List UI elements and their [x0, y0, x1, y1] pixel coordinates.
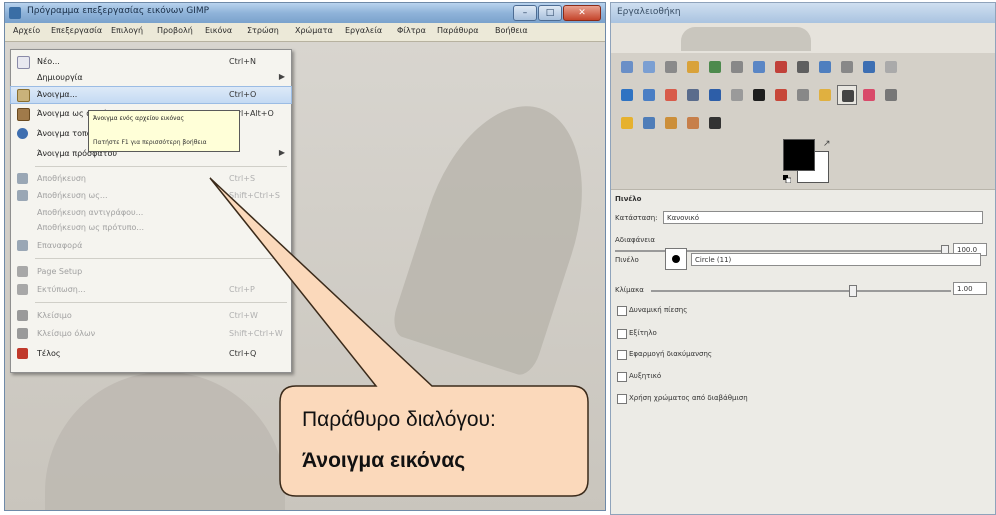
mode-value: Κανονικό [667, 214, 700, 222]
fuzzy-select-icon[interactable] [683, 57, 703, 77]
tool-options-panel: Πινέλο Κατάσταση: Κανονικό Αδιαφάνεια 10… [611, 189, 995, 514]
measure-icon-glyph [841, 61, 853, 73]
zoom-icon[interactable] [815, 57, 835, 77]
clone-icon-glyph [643, 117, 655, 129]
paths-icon-glyph [775, 61, 787, 73]
paintbrush-icon[interactable] [837, 85, 857, 105]
align-icon-glyph [885, 61, 897, 73]
checkbox-label: Δυναμική πίεσης [629, 306, 688, 314]
ellipse-select-icon[interactable] [639, 57, 659, 77]
color-picker-icon[interactable] [793, 57, 813, 77]
bucket-fill-icon-glyph [775, 89, 787, 101]
clone-icon[interactable] [639, 113, 659, 133]
move-icon-glyph [863, 61, 875, 73]
toolbox-window: Εργαλειοθήκη ↗ Πινέλο Κατάσταση: Κανονικ… [610, 2, 996, 515]
scale-label: Κλίμακα [615, 286, 644, 294]
mode-label: Κατάσταση: [615, 214, 658, 222]
default-colors-icon[interactable] [783, 175, 791, 183]
scale-icon[interactable] [661, 85, 681, 105]
use-gradient-color-checkbox[interactable] [617, 394, 627, 404]
lasso-icon[interactable] [661, 57, 681, 77]
checkbox-label: Χρήση χρώματος από διαβάθμιση [629, 394, 748, 402]
brush-name: Circle (11) [695, 256, 732, 264]
blend-icon[interactable] [793, 85, 813, 105]
fade-out-checkbox[interactable] [617, 329, 627, 339]
scale-slider[interactable] [651, 290, 951, 292]
brush-preview[interactable] [665, 248, 687, 270]
wilber-banner [611, 23, 995, 53]
ink-icon[interactable] [617, 113, 637, 133]
paintbrush-icon-glyph [842, 90, 854, 102]
swap-colors-icon[interactable]: ↗ [823, 139, 831, 149]
checkbox-label: Εφαρμογή διακύμανσης [629, 350, 713, 358]
airbrush-icon[interactable] [881, 85, 901, 105]
smudge-icon[interactable] [705, 113, 725, 133]
brush-name-field[interactable]: Circle (11) [691, 253, 981, 266]
pencil-icon-glyph [819, 89, 831, 101]
opacity-label: Αδιαφάνεια [615, 236, 655, 244]
measure-icon[interactable] [837, 57, 857, 77]
scissors-icon-glyph [731, 61, 743, 73]
heal-icon-glyph [665, 117, 677, 129]
scale-value: 1.00 [957, 285, 973, 293]
foreground-select-icon[interactable] [749, 57, 769, 77]
flip-icon-glyph [731, 89, 743, 101]
rotate-icon-glyph [643, 89, 655, 101]
ink-icon-glyph [621, 117, 633, 129]
perspective-icon[interactable] [705, 85, 725, 105]
eraser-icon[interactable] [859, 85, 879, 105]
tool-grid [617, 57, 995, 147]
fuzzy-select-icon-glyph [687, 61, 699, 73]
tool-options-title: Πινέλο [615, 195, 642, 203]
scale-spinbox[interactable]: 1.00 [953, 282, 987, 295]
blend-icon-glyph [797, 89, 809, 101]
incremental-checkbox[interactable] [617, 372, 627, 382]
zoom-icon-glyph [819, 61, 831, 73]
scale-slider-thumb[interactable] [849, 285, 857, 297]
color-select-icon-glyph [709, 61, 721, 73]
color-select-icon[interactable] [705, 57, 725, 77]
apply-jitter-checkbox[interactable] [617, 350, 627, 360]
shear-icon[interactable] [683, 85, 703, 105]
flip-icon[interactable] [727, 85, 747, 105]
pencil-icon[interactable] [815, 85, 835, 105]
checkbox-label: Εξίτηλο [629, 329, 657, 337]
airbrush-icon-glyph [885, 89, 897, 101]
pressure-dynamics-checkbox[interactable] [617, 306, 627, 316]
brush-label: Πινέλο [615, 256, 639, 264]
blur-icon-glyph [687, 117, 699, 129]
scale-icon-glyph [665, 89, 677, 101]
ellipse-select-icon-glyph [643, 61, 655, 73]
text-icon[interactable] [749, 85, 769, 105]
color-picker-icon-glyph [797, 61, 809, 73]
callout-text-line2: Άνοιγμα εικόνας [302, 449, 466, 472]
perspective-icon-glyph [709, 89, 721, 101]
blur-icon[interactable] [683, 113, 703, 133]
heal-icon[interactable] [661, 113, 681, 133]
lasso-icon-glyph [665, 61, 677, 73]
foreground-color-swatch[interactable] [783, 139, 815, 171]
crop-icon[interactable] [617, 85, 637, 105]
bucket-fill-icon[interactable] [771, 85, 791, 105]
color-selector: ↗ [783, 139, 843, 189]
rect-select-icon-glyph [621, 61, 633, 73]
rotate-icon[interactable] [639, 85, 659, 105]
shear-icon-glyph [687, 89, 699, 101]
align-icon[interactable] [881, 57, 901, 77]
smudge-icon-glyph [709, 117, 721, 129]
checkbox-label: Αυξητικό [629, 372, 662, 380]
scissors-icon[interactable] [727, 57, 747, 77]
toolbox-title: Εργαλειοθήκη [617, 7, 681, 17]
paths-icon[interactable] [771, 57, 791, 77]
crop-icon-glyph [621, 89, 633, 101]
toolbox-titlebar[interactable]: Εργαλειοθήκη [611, 3, 995, 23]
foreground-select-icon-glyph [753, 61, 765, 73]
rect-select-icon[interactable] [617, 57, 637, 77]
eraser-icon-glyph [863, 89, 875, 101]
text-icon-glyph [753, 89, 765, 101]
mode-dropdown[interactable]: Κανονικό [663, 211, 983, 224]
move-icon[interactable] [859, 57, 879, 77]
callout-text-line1: Παράθυρο διαλόγου: [302, 408, 496, 431]
